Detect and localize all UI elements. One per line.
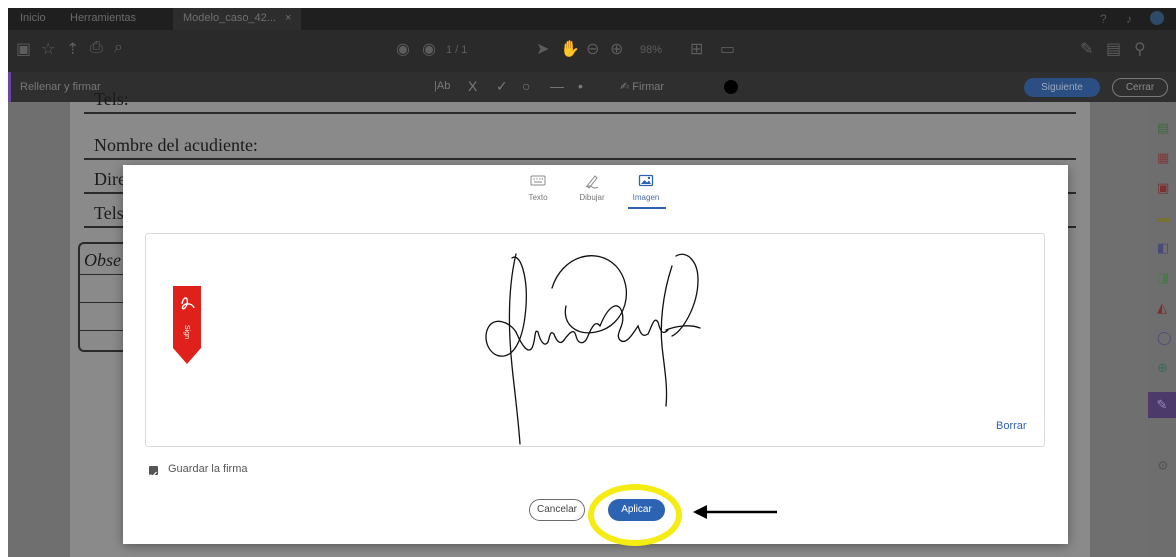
active-tab-indicator bbox=[628, 207, 666, 209]
create-pdf-icon[interactable]: ▣ bbox=[1157, 180, 1169, 196]
arrow-annotation-icon bbox=[693, 505, 777, 519]
bell-icon[interactable]: ♪ bbox=[1126, 12, 1132, 26]
hand-icon[interactable]: ✋ bbox=[560, 39, 580, 59]
organize-icon[interactable]: ▦ bbox=[1157, 150, 1169, 166]
save-icon[interactable]: ▣ bbox=[16, 39, 31, 59]
comment-tool-icon[interactable]: ▬ bbox=[1157, 210, 1170, 225]
shield-icon[interactable]: ◯ bbox=[1157, 330, 1172, 346]
tab-document-label: Modelo_caso_42... bbox=[183, 12, 276, 24]
star-icon[interactable]: ☆ bbox=[41, 39, 55, 59]
app-tab-bar: Inicio Herramientas Modelo_caso_42... × … bbox=[8, 8, 1176, 30]
fit-page-icon[interactable]: ⊞ bbox=[690, 39, 703, 59]
tab-imagen[interactable]: Imagen bbox=[624, 174, 668, 202]
right-tools-rail: ▤ ▦ ▣ ▬ ◧ ◨ ◭ ◯ ⊕ ✎ ⚙ bbox=[1148, 102, 1176, 557]
page-down-icon[interactable]: ◉ bbox=[422, 39, 436, 59]
tab-texto[interactable]: Texto bbox=[516, 174, 560, 202]
close-button[interactable]: Cerrar bbox=[1112, 78, 1168, 97]
image-icon bbox=[624, 174, 668, 190]
scan-icon[interactable]: ⊕ bbox=[1157, 360, 1168, 376]
upload-icon[interactable]: ⇡ bbox=[66, 39, 79, 59]
save-signature-checkbox[interactable] bbox=[149, 466, 158, 478]
save-signature-label: Guardar la firma bbox=[168, 463, 248, 475]
protect-icon[interactable]: ◧ bbox=[1157, 240, 1169, 256]
screenshot-frame: Inicio Herramientas Modelo_caso_42... × … bbox=[8, 8, 1176, 557]
checkmark-icon bbox=[150, 471, 157, 478]
tab-dibujar[interactable]: Dibujar bbox=[570, 174, 614, 202]
tab-dibujar-label: Dibujar bbox=[579, 193, 605, 202]
doc-row-tels-top: Tels: bbox=[84, 84, 1076, 114]
clear-signature-link[interactable]: Borrar bbox=[996, 420, 1027, 432]
page-indicator[interactable]: 1 / 1 bbox=[446, 44, 467, 56]
print-icon[interactable]: ⎙ bbox=[90, 39, 103, 57]
cursor-icon[interactable]: ➤ bbox=[536, 39, 549, 59]
keyboard-icon bbox=[516, 174, 560, 190]
signature-preview-area[interactable]: Sign Borrar bbox=[145, 233, 1045, 447]
more-tools-icon[interactable]: ⚙ bbox=[1157, 458, 1169, 474]
zoom-search-icon[interactable]: ⌕ bbox=[114, 39, 123, 57]
active-tool-indicator bbox=[8, 72, 11, 102]
signature-image bbox=[485, 253, 701, 445]
adobe-sign-flag-icon: Sign bbox=[173, 286, 201, 364]
observations-label: Obse bbox=[84, 250, 121, 270]
comment-icon[interactable]: ▤ bbox=[1106, 39, 1121, 59]
share-icon[interactable]: ⚲ bbox=[1134, 39, 1146, 59]
cancel-button[interactable]: Cancelar bbox=[529, 499, 585, 521]
zoom-in-icon[interactable]: ⊕ bbox=[610, 39, 623, 59]
tab-inicio[interactable]: Inicio bbox=[20, 12, 46, 24]
doc-row-acudiente: Nombre del acudiente: bbox=[84, 130, 1076, 160]
presentation-icon[interactable]: ▭ bbox=[720, 39, 735, 59]
edit-icon[interactable]: ◭ bbox=[1157, 300, 1167, 316]
zoom-out-icon[interactable]: ⊖ bbox=[586, 39, 599, 59]
zoom-level[interactable]: 98% bbox=[640, 44, 662, 56]
compress-icon[interactable]: ◨ bbox=[1157, 270, 1169, 286]
highlight-circle-annotation bbox=[588, 484, 682, 546]
avatar[interactable] bbox=[1150, 11, 1164, 25]
export-pdf-icon[interactable]: ▤ bbox=[1157, 120, 1169, 136]
tab-herramientas[interactable]: Herramientas bbox=[70, 12, 136, 24]
pen-draw-icon bbox=[570, 174, 614, 190]
tab-texto-label: Texto bbox=[528, 193, 548, 202]
pen-icon[interactable]: ✎ bbox=[1080, 39, 1093, 59]
page-up-icon[interactable]: ◉ bbox=[396, 39, 410, 59]
tab-document[interactable]: Modelo_caso_42... × bbox=[173, 8, 302, 30]
signature-dialog: Texto Dibujar Imagen Sign Borrar Guardar… bbox=[123, 165, 1068, 544]
tab-imagen-label: Imagen bbox=[632, 193, 660, 202]
close-icon[interactable]: × bbox=[285, 12, 291, 24]
help-icon[interactable]: ? bbox=[1100, 12, 1107, 26]
sign-flag-label: Sign bbox=[183, 325, 190, 339]
fill-sign-rail-icon[interactable]: ✎ bbox=[1148, 392, 1176, 418]
main-toolbar: ▣ ☆ ⇡ ⎙ ⌕ ◉ ◉ 1 / 1 ➤ ✋ ⊖ ⊕ 98% ⊞ ▭ ✎ ▤ … bbox=[8, 30, 1176, 72]
